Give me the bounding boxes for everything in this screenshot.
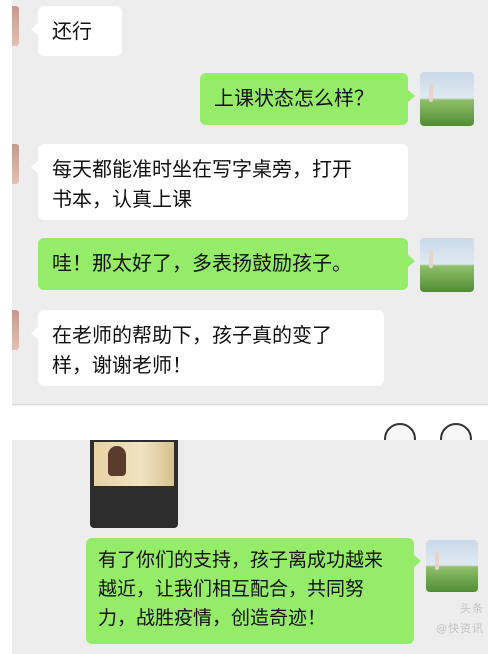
my-avatar[interactable] [420, 72, 474, 126]
watermark-source: @快资讯 [436, 622, 484, 635]
avatar-figure-icon [429, 250, 433, 268]
message-text-line: 有了你们的支持，孩子离成功越来 [98, 549, 384, 571]
message-text-line: 力，战胜疫情，创造奇迹！ [98, 607, 327, 629]
my-avatar[interactable] [420, 238, 474, 292]
chat-input-bar [12, 404, 488, 406]
my-avatar[interactable] [426, 540, 478, 592]
chat-panel-bottom: 有了你们的支持，孩子离成功越来 越近，让我们相互配合，共同努 力，战胜疫情，创造… [12, 440, 488, 654]
message-text-line: 每天都能准时坐在写字桌旁，打开 [52, 157, 352, 181]
avatar-figure-icon [435, 552, 439, 570]
chat-panel-top: 还行 上课状态怎么样？ 每天都能准时坐在写字桌旁，打开 书本，认真上课 哇！那太… [12, 0, 488, 406]
received-message[interactable]: 每天都能准时坐在写字桌旁，打开 书本，认真上课 [31, 144, 408, 220]
message-text: 哇！那太好了，多表扬鼓励孩子。 [52, 251, 352, 275]
sent-message[interactable]: 上课状态怎么样？ [200, 73, 415, 125]
received-message[interactable]: 还行 [31, 6, 122, 56]
message-text: 还行 [52, 19, 92, 43]
received-message[interactable]: 在老师的帮助下，孩子真的变了 样，谢谢老师！ [31, 310, 384, 386]
shared-photo[interactable] [90, 440, 178, 528]
avatar-figure-icon [429, 84, 433, 102]
photo-paper [94, 442, 174, 486]
contact-avatar[interactable] [12, 144, 19, 184]
message-text-line: 在老师的帮助下，孩子真的变了 [52, 323, 332, 347]
message-text-line: 越近，让我们相互配合，共同努 [98, 578, 365, 600]
message-text: 上课状态怎么样？ [214, 86, 374, 110]
sent-message[interactable]: 哇！那太好了，多表扬鼓励孩子。 [38, 238, 415, 290]
message-text-line: 样，谢谢老师！ [52, 353, 192, 377]
contact-avatar[interactable] [12, 310, 19, 350]
sent-message[interactable]: 有了你们的支持，孩子离成功越来 越近，让我们相互配合，共同努 力，战胜疫情，创造… [86, 538, 421, 644]
photo-child-figure [108, 446, 126, 476]
watermark-brand: 头条 [460, 602, 484, 615]
contact-avatar[interactable] [12, 6, 19, 46]
message-text-line: 书本，认真上课 [52, 187, 192, 211]
